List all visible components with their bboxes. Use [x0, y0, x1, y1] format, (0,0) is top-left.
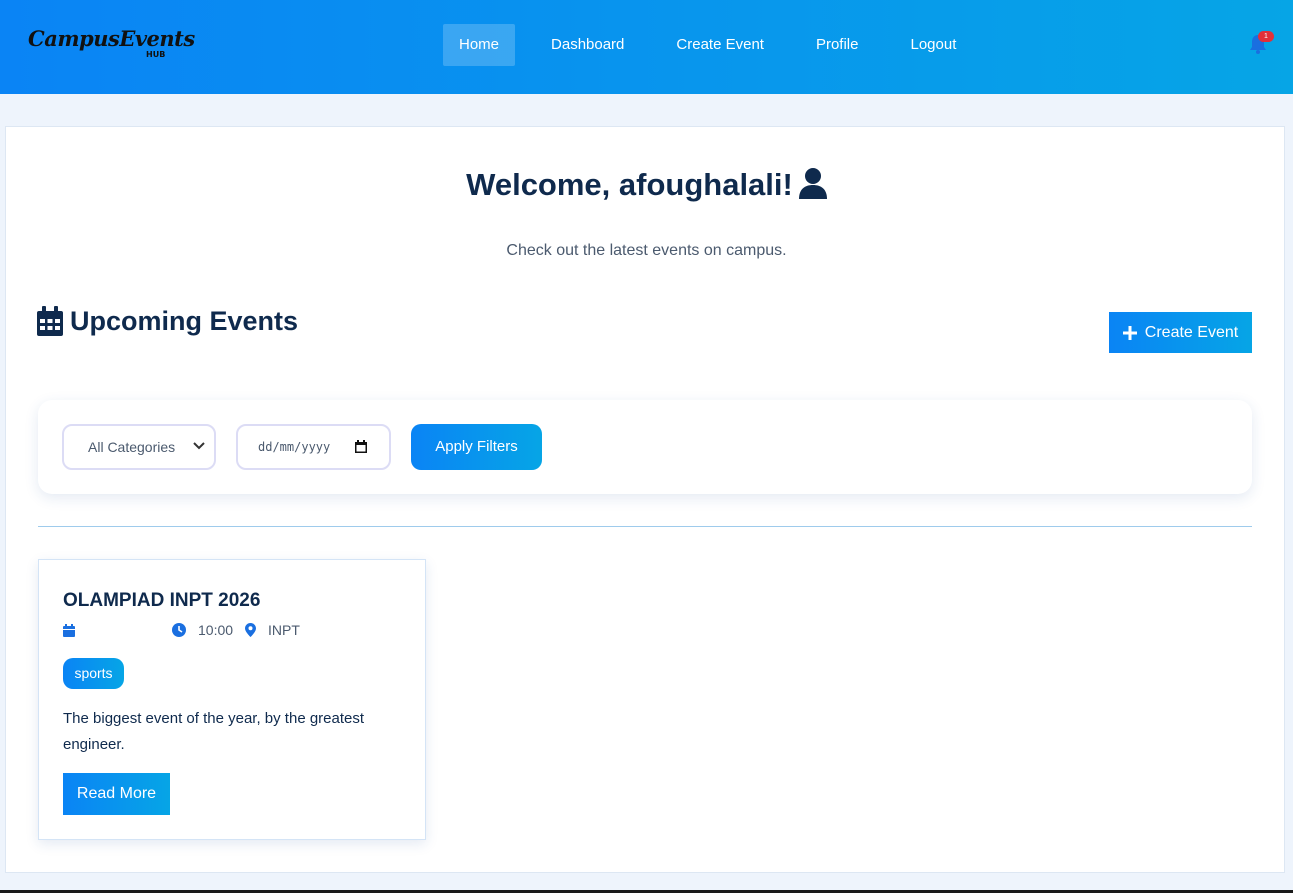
event-time-value: 10:00	[198, 622, 234, 638]
section-heading: Upcoming Events	[37, 304, 298, 338]
clock-icon	[172, 623, 186, 637]
date-filter-input[interactable]: dd/mm/yyyy	[236, 424, 391, 470]
welcome-text: Welcome, afoughalali!	[466, 167, 793, 202]
event-location-value: INPT	[268, 622, 300, 638]
section-divider	[38, 526, 1252, 527]
create-event-label: Create Event	[1144, 323, 1239, 341]
section-title: Upcoming Events	[70, 305, 299, 336]
map-pin-icon	[245, 623, 256, 637]
main-nav: Home Dashboard Create Event Profile Logo…	[443, 24, 992, 66]
apply-filters-button[interactable]: Apply Filters	[411, 424, 542, 470]
event-time: 10:00	[172, 621, 233, 639]
nav-create-event[interactable]: Create Event	[660, 24, 780, 66]
notification-badge: 1	[1258, 31, 1274, 42]
logo-subtext: HUB	[146, 50, 166, 59]
category-select[interactable]: All Categories	[62, 424, 216, 470]
nav-logout[interactable]: Logout	[894, 24, 972, 66]
filter-card	[38, 400, 1252, 494]
event-location: INPT	[245, 621, 300, 639]
logo-text: CampusEvents	[28, 26, 195, 51]
read-more-button[interactable]: Read More	[63, 773, 170, 815]
category-select-value: All Categories	[88, 439, 176, 455]
chevron-down-icon	[193, 442, 205, 450]
event-description: The biggest event of the year, by the gr…	[63, 710, 365, 753]
nav-dashboard[interactable]: Dashboard	[535, 24, 640, 66]
event-date	[63, 621, 87, 639]
calendar-picker-icon[interactable]	[355, 440, 367, 453]
calendar-icon	[37, 306, 63, 336]
nav-home[interactable]: Home	[443, 24, 516, 66]
plus-icon	[1122, 325, 1137, 340]
welcome-heading: Welcome, afoughalali!	[0, 167, 1293, 203]
category-tag[interactable]: sports	[63, 658, 124, 689]
user-icon	[798, 168, 827, 199]
nav-profile[interactable]: Profile	[800, 24, 875, 66]
create-event-button[interactable]: Create Event	[1109, 312, 1252, 353]
top-navbar: CampusEvents HUB Home Dashboard Create E…	[0, 0, 1293, 94]
event-title: OLAMPIAD INPT 2026	[63, 590, 261, 611]
campus-events-logo[interactable]: CampusEvents HUB	[28, 18, 195, 62]
calendar-icon	[63, 623, 75, 637]
date-placeholder: dd/mm/yyyy	[258, 440, 331, 454]
welcome-subtitle: Check out the latest events on campus.	[506, 242, 787, 259]
